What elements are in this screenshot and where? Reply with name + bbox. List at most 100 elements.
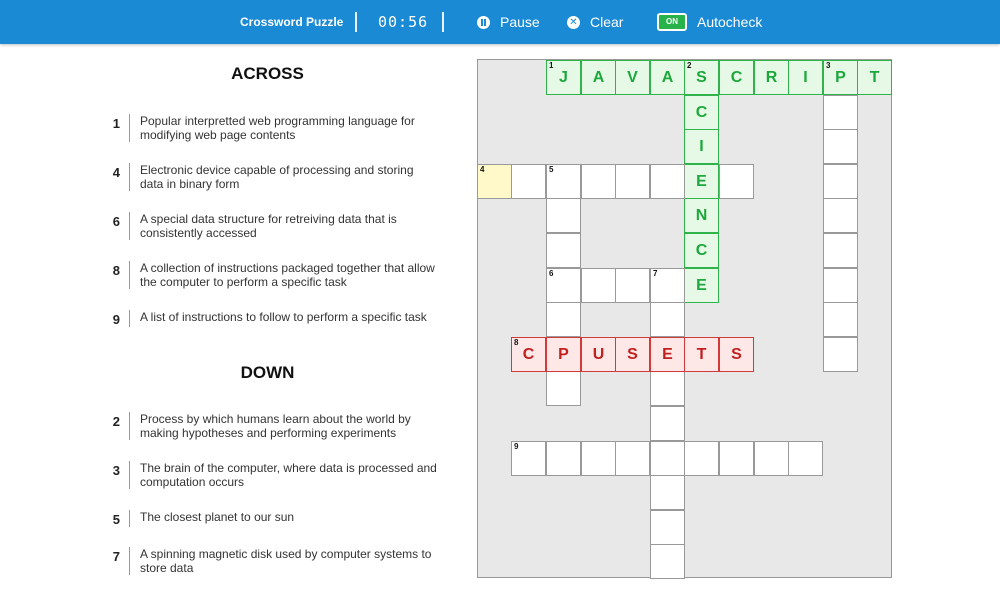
clue-across-6[interactable]: 6 A special data structure for retreivin…: [100, 212, 440, 240]
pause-icon: [477, 15, 490, 29]
grid-cell[interactable]: [546, 371, 581, 406]
cell-letter: E: [696, 172, 707, 190]
autocheck-toggle[interactable]: ON Autocheck: [657, 0, 762, 44]
grid-cell[interactable]: [581, 164, 616, 199]
grid-cell[interactable]: A: [650, 60, 685, 95]
clue-number: 8: [112, 263, 120, 278]
grid-cell[interactable]: [650, 406, 685, 441]
grid-cell[interactable]: [788, 441, 823, 476]
grid-cell[interactable]: C: [684, 95, 719, 130]
grid-cell[interactable]: [650, 544, 685, 579]
clue-across-4[interactable]: 4 Electronic device capable of processin…: [100, 163, 440, 191]
grid-cell[interactable]: [650, 441, 685, 476]
cell-letter: R: [765, 68, 778, 86]
grid-cell[interactable]: C: [684, 233, 719, 268]
clue-text: The closest planet to our sun: [140, 510, 295, 524]
grid-cell[interactable]: R: [754, 60, 789, 95]
clue-number: 5: [112, 512, 120, 527]
grid-cell[interactable]: 3P: [823, 60, 858, 95]
cell-letter: N: [695, 206, 708, 224]
clue-number: 3: [112, 463, 120, 478]
grid-cell[interactable]: N: [684, 198, 719, 233]
grid-cell[interactable]: I: [684, 129, 719, 164]
clue-down-3[interactable]: 3 The brain of the computer, where data …: [100, 461, 440, 489]
clue-across-9[interactable]: 9 A list of instructions to follow to pe…: [100, 310, 440, 327]
grid-cell[interactable]: [823, 129, 858, 164]
cell-number: 6: [549, 269, 554, 278]
grid-cell[interactable]: E: [684, 268, 719, 303]
cell-letter: A: [592, 68, 605, 86]
grid-cell[interactable]: 6: [546, 268, 581, 303]
grid-cell[interactable]: [546, 441, 581, 476]
grid-cell[interactable]: T: [684, 337, 719, 372]
grid-cell[interactable]: E: [684, 164, 719, 199]
grid-cell[interactable]: [650, 302, 685, 337]
top-bar: Crossword Puzzle 00:56 Pause ✕ Clear ON …: [0, 0, 1000, 44]
clue-across-8[interactable]: 8 A collection of instructions packaged …: [100, 261, 440, 289]
grid-cell[interactable]: A: [581, 60, 616, 95]
grid-cell[interactable]: [823, 164, 858, 199]
clue-number: 6: [112, 214, 120, 229]
clue-across-1[interactable]: 1 Popular interpretted web programming l…: [100, 114, 440, 142]
toggle-switch[interactable]: ON: [657, 13, 687, 31]
cell-letter: C: [522, 345, 535, 363]
clue-down-2[interactable]: 2 Process by which humans learn about th…: [100, 412, 440, 440]
grid-cell[interactable]: 9: [511, 441, 546, 476]
grid-cell[interactable]: [650, 510, 685, 545]
grid-cell[interactable]: [511, 164, 546, 199]
clue-text: The brain of the computer, where data is…: [140, 461, 437, 489]
grid-cell[interactable]: [615, 268, 650, 303]
grid-cell[interactable]: C: [719, 60, 754, 95]
grid-cell[interactable]: [546, 198, 581, 233]
grid-cell[interactable]: U: [581, 337, 616, 372]
grid-cell[interactable]: I: [788, 60, 823, 95]
grid-cell[interactable]: [719, 164, 754, 199]
grid-cell[interactable]: [650, 164, 685, 199]
cell-letter: S: [627, 345, 638, 363]
clue-down-5[interactable]: 5 The closest planet to our sun: [100, 510, 440, 527]
cell-number: 2: [687, 61, 692, 70]
grid-cell[interactable]: [823, 268, 858, 303]
grid-cell[interactable]: [823, 233, 858, 268]
cell-letter: C: [695, 241, 708, 259]
grid-cell[interactable]: [684, 441, 719, 476]
cell-letter: T: [696, 345, 707, 363]
grid-cell[interactable]: [581, 441, 616, 476]
cell-letter: I: [803, 68, 808, 86]
grid-cell[interactable]: 8C: [511, 337, 546, 372]
clue-text: A list of instructions to follow to perf…: [140, 310, 427, 324]
grid-cell[interactable]: P: [546, 337, 581, 372]
grid-cell[interactable]: [823, 302, 858, 337]
grid-cell[interactable]: 5: [546, 164, 581, 199]
grid-cell[interactable]: 4: [477, 164, 512, 199]
clue-number: 7: [112, 549, 120, 564]
grid-cell[interactable]: [581, 268, 616, 303]
grid-cell[interactable]: [650, 475, 685, 510]
grid-cell[interactable]: [546, 233, 581, 268]
grid-cell[interactable]: [615, 164, 650, 199]
grid-cell[interactable]: T: [857, 60, 892, 95]
clue-number: 1: [112, 116, 120, 131]
grid-cell[interactable]: 7: [650, 268, 685, 303]
grid-cell[interactable]: [823, 337, 858, 372]
grid-cell[interactable]: [650, 371, 685, 406]
grid-cell[interactable]: V: [615, 60, 650, 95]
grid-cell[interactable]: [823, 198, 858, 233]
grid-cell[interactable]: 2S: [684, 60, 719, 95]
clear-button[interactable]: ✕ Clear: [567, 0, 623, 44]
grid-cell[interactable]: 1J: [546, 60, 581, 95]
grid-cell[interactable]: [754, 441, 789, 476]
clue-text: Popular interpretted web programming lan…: [140, 114, 415, 142]
grid-cell[interactable]: [823, 95, 858, 130]
grid-cell[interactable]: S: [719, 337, 754, 372]
grid-cell[interactable]: S: [615, 337, 650, 372]
cell-number: 1: [549, 61, 554, 70]
clue-down-7[interactable]: 7 A spinning magnetic disk used by compu…: [100, 547, 440, 575]
grid-cell[interactable]: [546, 302, 581, 337]
grid-cell[interactable]: [615, 441, 650, 476]
grid-cell[interactable]: E: [650, 337, 685, 372]
grid-cell[interactable]: [719, 441, 754, 476]
cell-letter: U: [592, 345, 605, 363]
close-icon: ✕: [567, 15, 580, 29]
pause-button[interactable]: Pause: [477, 0, 540, 44]
